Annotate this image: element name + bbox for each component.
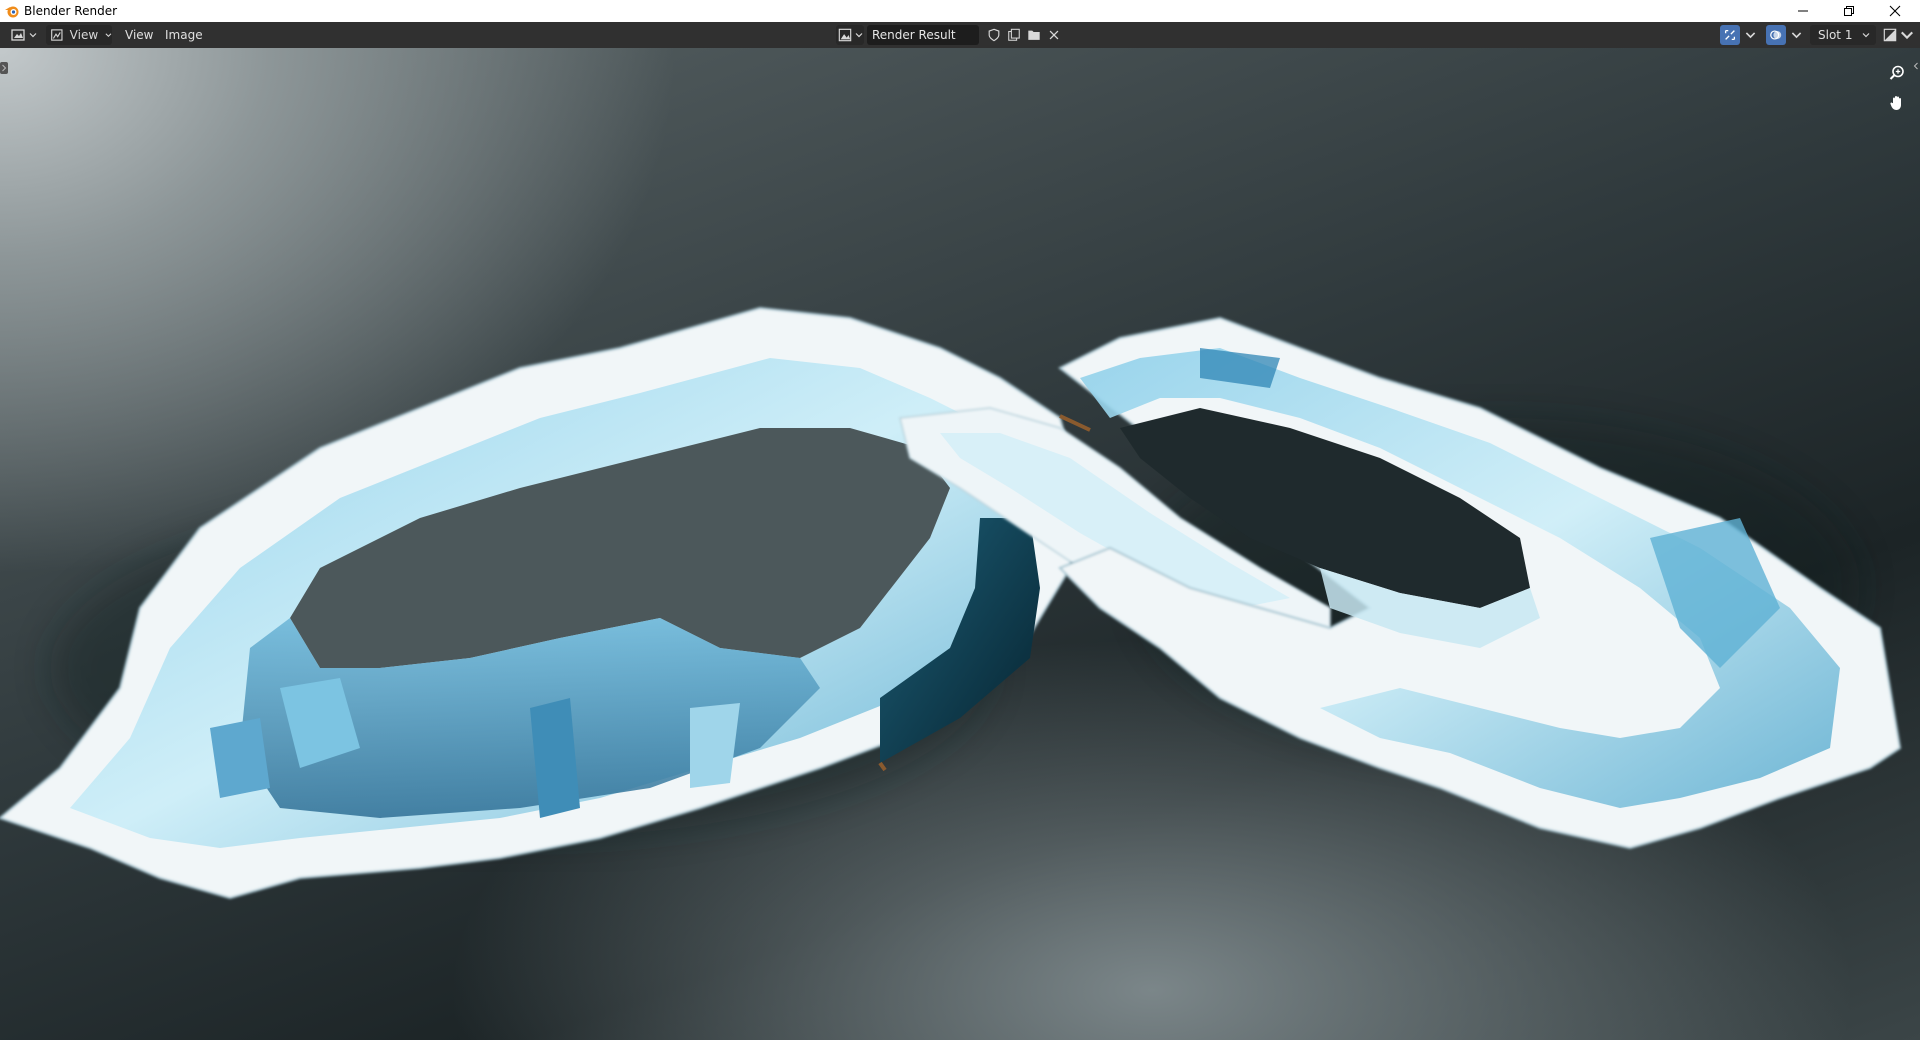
mode-label: View — [69, 28, 99, 42]
editor-type-dropdown[interactable] — [10, 25, 40, 45]
uv-sync-options[interactable] — [1742, 25, 1756, 45]
image-editor-icon — [11, 29, 25, 41]
unlink-x-icon — [1049, 30, 1059, 40]
display-channels-dropdown[interactable] — [1882, 25, 1914, 45]
restore-button[interactable] — [1826, 0, 1872, 22]
chevron-down-icon — [105, 33, 112, 38]
uv-sync-icon — [1724, 29, 1736, 41]
image-browse-dropdown[interactable] — [836, 25, 864, 45]
window-titlebar: Blender Render — [0, 0, 1920, 22]
fake-user-button[interactable] — [984, 25, 1004, 45]
unlink-image-button[interactable] — [1044, 25, 1064, 45]
new-image-button[interactable] — [1004, 25, 1024, 45]
blender-logo-icon — [5, 6, 19, 18]
chevron-down-icon — [29, 33, 37, 38]
image-browse-icon — [838, 28, 852, 42]
sidebar-expand-icon[interactable] — [1912, 60, 1920, 72]
render-result-image — [0, 306, 1902, 900]
wooden-rail-1 — [1059, 414, 1091, 432]
display-channels-icon — [1883, 28, 1896, 42]
image-editor-header: View View Image Render Result Slot 1 — [0, 22, 1920, 48]
chevron-down-icon — [1791, 32, 1802, 39]
chevron-down-icon — [1862, 33, 1870, 38]
restore-icon — [1844, 6, 1854, 16]
chevron-down-icon — [1745, 32, 1756, 39]
pan-tool[interactable] — [1886, 92, 1908, 114]
image-viewport[interactable] — [0, 48, 1920, 1040]
menu-view[interactable]: View — [121, 25, 157, 45]
overlay-options[interactable] — [1788, 25, 1802, 45]
chevron-down-icon — [855, 33, 863, 38]
overlay-toggle[interactable] — [1766, 25, 1786, 45]
pan-hand-icon — [1890, 96, 1901, 110]
open-image-button[interactable] — [1024, 25, 1044, 45]
minimize-icon — [1798, 10, 1808, 12]
ice-block-4 — [210, 718, 270, 798]
minimize-button[interactable] — [1780, 0, 1826, 22]
menu-image[interactable]: Image — [161, 25, 207, 45]
uv-sync-toggle[interactable] — [1720, 25, 1740, 45]
duplicate-image-icon — [1008, 28, 1020, 41]
view-icon — [51, 29, 63, 41]
chevron-down-icon — [1900, 31, 1913, 40]
image-name-field[interactable]: Render Result — [867, 25, 979, 45]
open-folder-icon — [1028, 30, 1040, 40]
overlay-icon — [1770, 30, 1782, 40]
render-slot-dropdown[interactable]: Slot 1 — [1810, 25, 1876, 45]
zoom-tool[interactable] — [1886, 62, 1908, 84]
mode-dropdown[interactable]: View — [46, 25, 112, 45]
window-title: Blender Render — [24, 4, 118, 18]
zoom-icon — [1889, 65, 1904, 80]
render-slot-label: Slot 1 — [1818, 28, 1853, 42]
close-button[interactable] — [1872, 0, 1918, 22]
close-icon — [1889, 5, 1901, 17]
fake-user-shield-icon — [988, 28, 1000, 42]
